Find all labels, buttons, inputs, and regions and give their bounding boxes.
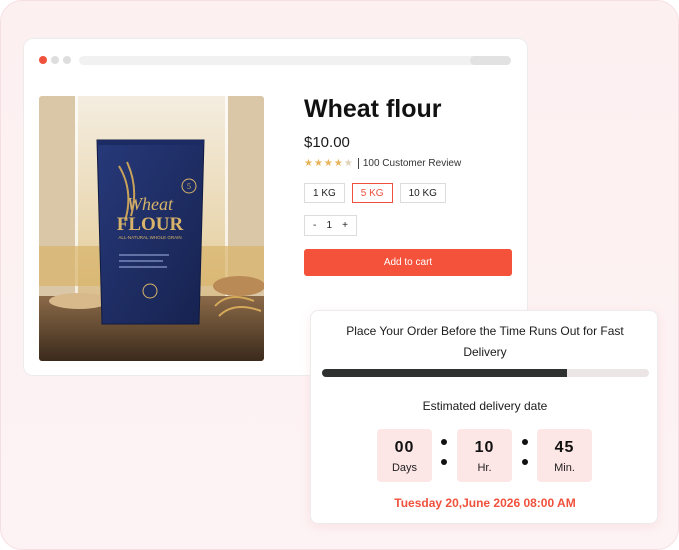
size-option-10kg[interactable]: 10 KG: [399, 183, 446, 203]
size-option-5kg[interactable]: 5 KG: [351, 183, 393, 203]
countdown-days-value: 00: [394, 439, 415, 456]
countdown-hours: 10 Hr.: [457, 429, 512, 482]
delivery-heading: Place Your Order Before the Time Runs Ou…: [346, 324, 624, 359]
minimize-dot-icon[interactable]: [51, 56, 59, 64]
address-bar-action[interactable]: [470, 56, 511, 65]
countdown-separator: [522, 439, 528, 479]
add-to-cart-button[interactable]: Add to cart: [304, 249, 512, 276]
estimated-delivery-label: Estimated delivery date: [422, 399, 548, 413]
quantity-value[interactable]: 1: [326, 220, 332, 231]
product-title: Wheat flour: [304, 95, 442, 123]
product-rating: ★★★★★ 100 Customer Review: [304, 158, 461, 169]
size-options: 1 KG 5 KG 10 KG: [304, 183, 446, 203]
bag-tagline: ALL-NATURAL WHOLE GRAIN: [118, 235, 181, 240]
size-option-1kg[interactable]: 1 KG: [304, 183, 345, 203]
delivery-progress-bar: [322, 369, 649, 377]
delivery-date: Tuesday 20,June 2026 08:00 AM: [394, 496, 576, 510]
delivery-card: Place Your Order Before the Time Runs Ou…: [310, 310, 658, 524]
quantity-stepper: - 1 +: [304, 215, 357, 236]
countdown-hours-value: 10: [474, 439, 495, 456]
bag-word-wheat: Wheat: [127, 194, 174, 214]
quantity-decrease-button[interactable]: -: [313, 220, 316, 231]
address-bar[interactable]: [79, 56, 511, 65]
review-count[interactable]: 100 Customer Review: [363, 158, 461, 169]
delivery-progress-fill: [322, 369, 568, 377]
rating-stars-icon: ★★★★★: [304, 158, 354, 169]
countdown-days-unit: Days: [391, 462, 418, 474]
countdown-minutes: 45 Min.: [537, 429, 592, 482]
countdown-minutes-unit: Min.: [554, 462, 575, 474]
maximize-dot-icon[interactable]: [63, 56, 71, 64]
product-image: 5 Wheat FLOUR ALL-NATURAL WHOLE GRAIN: [39, 96, 264, 361]
quantity-increase-button[interactable]: +: [342, 220, 348, 231]
countdown-days: 00 Days: [377, 429, 432, 482]
product-price: $10.00: [304, 134, 350, 151]
bag-badge-text: 5: [187, 182, 191, 191]
countdown-separator: [441, 439, 447, 479]
rating-divider: [357, 158, 359, 169]
bag-word-flour: FLOUR: [117, 214, 184, 235]
countdown-minutes-value: 45: [554, 439, 575, 456]
close-dot-icon[interactable]: [39, 56, 47, 64]
countdown-hours-unit: Hr.: [477, 462, 492, 474]
window-controls: [39, 56, 71, 64]
